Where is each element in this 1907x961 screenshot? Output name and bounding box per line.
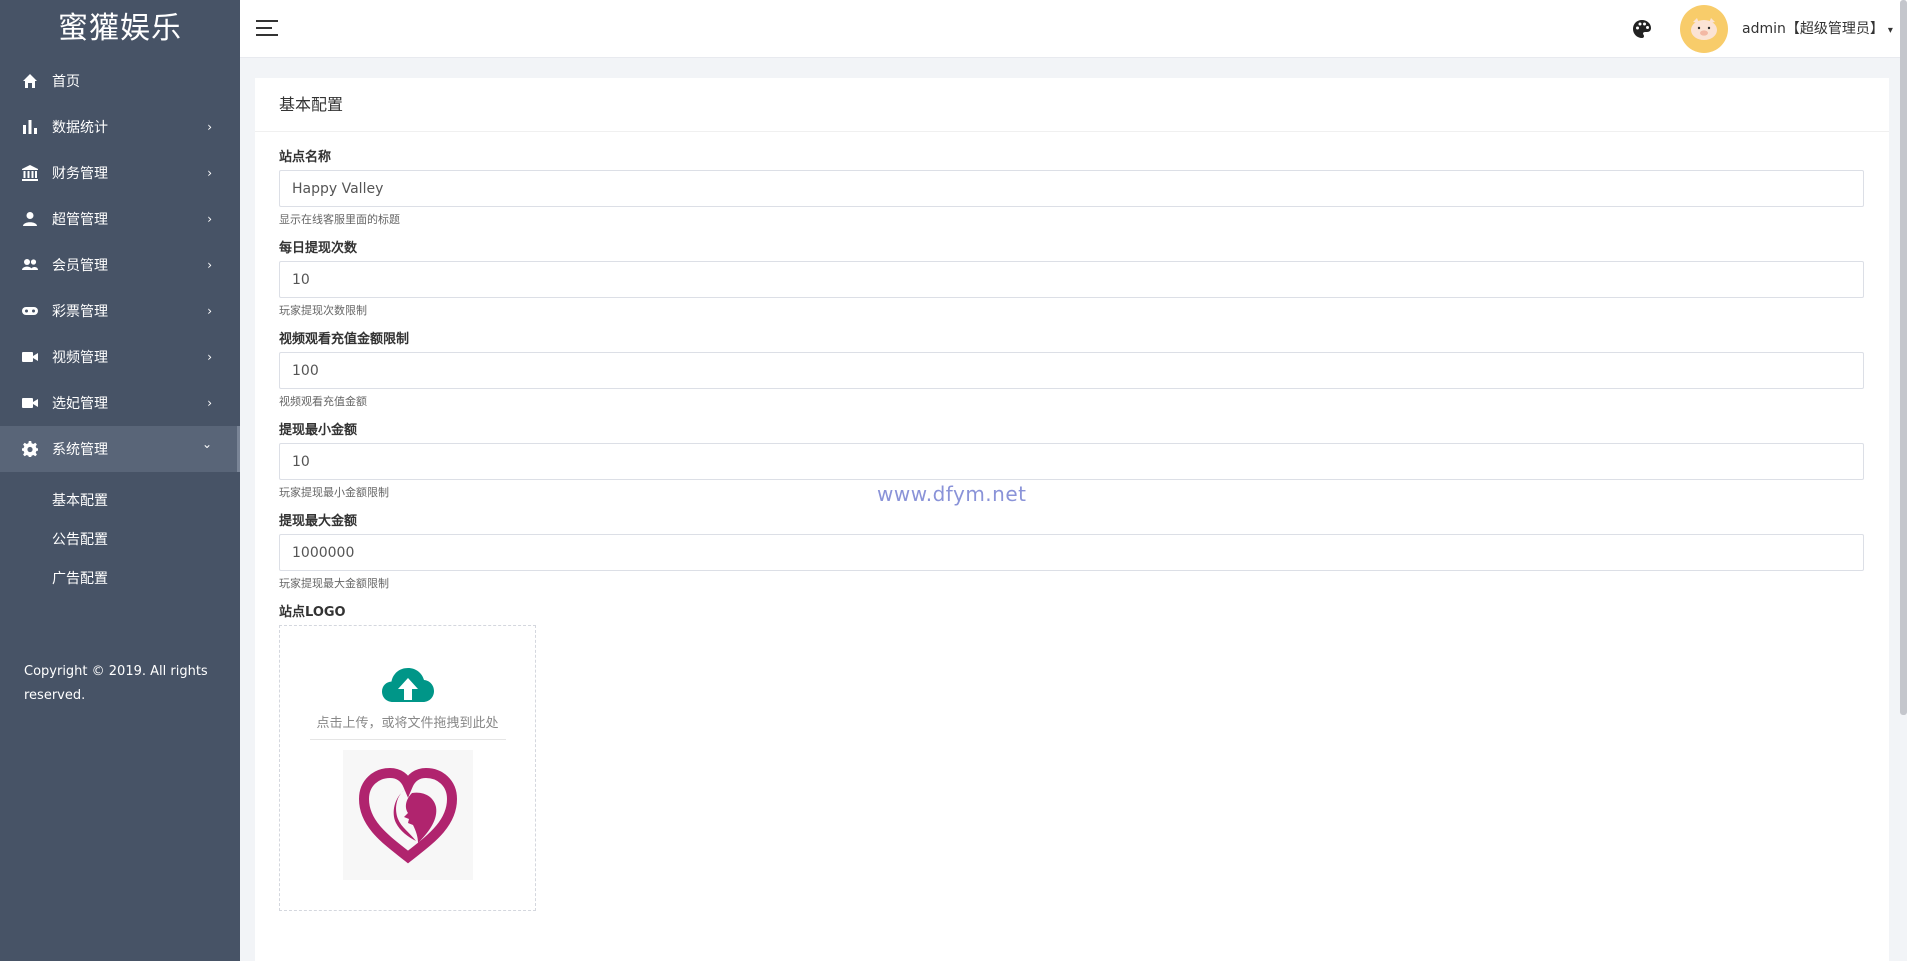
field-label: 提现最大金额: [279, 514, 358, 529]
caret-down-icon: ▾: [1887, 25, 1893, 36]
gear-icon: [22, 441, 38, 457]
cloud-upload-icon: [381, 668, 434, 702]
watermark-text: www.dfym.net: [877, 482, 1027, 506]
sidebar-item-members[interactable]: 会员管理 ›: [0, 242, 240, 288]
sidebar-item-label: 首页: [52, 74, 80, 90]
chevron-down-icon: ⌄: [201, 437, 212, 452]
field-label: 每日提现次数: [279, 241, 358, 256]
field-help: 显示在线客服里面的标题: [279, 213, 400, 226]
app-logo[interactable]: 蜜獾娱乐: [0, 0, 240, 58]
chevron-right-icon: ›: [207, 396, 212, 410]
chevron-right-icon: ›: [207, 166, 212, 180]
gamepad-icon: [22, 303, 38, 319]
chevron-right-icon: ›: [207, 212, 212, 226]
sidebar-item-super-admin[interactable]: 超管管理 ›: [0, 196, 240, 242]
sidebar-item-label: 系统管理: [52, 442, 108, 458]
max-withdraw-input[interactable]: [279, 534, 1864, 571]
chevron-right-icon: ›: [207, 258, 212, 272]
logo-preview-image: [342, 750, 473, 880]
sidebar-item-system[interactable]: 系统管理 ⌄: [0, 426, 240, 472]
user-menu[interactable]: admin【超级管理员】 ▾: [1742, 18, 1893, 38]
sidebar-item-finance[interactable]: 财务管理 ›: [0, 150, 240, 196]
bank-icon: [22, 165, 38, 181]
sidebar-item-videos[interactable]: 视频管理 ›: [0, 334, 240, 380]
page-scrollbar[interactable]: [1900, 0, 1907, 715]
copyright-text: Copyright © 2019. All rights reserved.: [24, 664, 208, 703]
field-help: 玩家提现最小金额限制: [279, 486, 389, 499]
top-header: admin【超级管理员】 ▾: [240, 0, 1907, 58]
chevron-right-icon: ›: [207, 304, 212, 318]
field-label: 站点名称: [279, 150, 332, 165]
field-help: 玩家提现次数限制: [279, 304, 367, 317]
sidebar-item-lottery[interactable]: 彩票管理 ›: [0, 288, 240, 334]
form-group-site-logo: 站点LOGO 点击上传，或将文件拖拽到此处: [279, 603, 1865, 911]
form-group-min-withdraw: 提现最小金额 玩家提现最小金额限制: [279, 421, 1865, 500]
sidebar-item-label: 彩票管理: [52, 304, 108, 320]
sidebar-item-statistics[interactable]: 数据统计 ›: [0, 104, 240, 150]
daily-withdraw-count-input[interactable]: [279, 261, 1864, 298]
sidebar-item-label: 选妃管理: [52, 396, 108, 412]
logo-upload-dropzone[interactable]: 点击上传，或将文件拖拽到此处: [279, 625, 536, 911]
upload-hint: 点击上传，或将文件拖拽到此处: [309, 712, 506, 740]
sidebar-item-label: 会员管理: [52, 258, 108, 274]
submenu-item-basic-config[interactable]: 基本配置: [0, 482, 240, 521]
pig-avatar-icon: [1691, 18, 1717, 40]
card-title: 基本配置: [255, 78, 1889, 132]
sidebar-item-label: 财务管理: [52, 166, 108, 182]
submenu-item-notice-config[interactable]: 公告配置: [0, 521, 240, 560]
menu-toggle-icon[interactable]: [256, 20, 278, 38]
user-icon: [22, 211, 38, 227]
palette-icon[interactable]: [1632, 19, 1652, 39]
video-icon: [22, 349, 38, 365]
form-group-site-name: 站点名称 显示在线客服里面的标题: [279, 148, 1865, 227]
heart-face-logo: [358, 767, 457, 864]
system-submenu: 基本配置 公告配置 广告配置: [0, 472, 240, 599]
sidebar-item-label: 超管管理: [52, 212, 108, 228]
sidebar-item-label: 数据统计: [52, 120, 108, 136]
site-name-input[interactable]: [279, 170, 1864, 207]
bar-chart-icon: [22, 119, 38, 135]
home-icon: [22, 73, 38, 89]
video-recharge-limit-input[interactable]: [279, 352, 1864, 389]
field-label: 视频观看充值金额限制: [279, 332, 410, 347]
chevron-right-icon: ›: [207, 120, 212, 134]
config-card: 基本配置 站点名称 显示在线客服里面的标题 每日提现次数 玩家提现次数限制 视频…: [255, 78, 1889, 961]
field-label: 站点LOGO: [279, 605, 346, 620]
sidebar-nav: 首页 数据统计 › 财务管理 › 超管管理 › 会员管理 › 彩票管理 › 视频…: [0, 58, 240, 472]
sidebar-item-label: 视频管理: [52, 350, 108, 366]
sidebar-item-home[interactable]: 首页: [0, 58, 240, 104]
config-form: 站点名称 显示在线客服里面的标题 每日提现次数 玩家提现次数限制 视频观看充值金…: [255, 132, 1889, 911]
form-group-video-recharge-limit: 视频观看充值金额限制 视频观看充值金额: [279, 330, 1865, 409]
field-help: 玩家提现最大金额限制: [279, 577, 389, 590]
submenu-item-ad-config[interactable]: 广告配置: [0, 560, 240, 599]
users-icon: [22, 257, 38, 273]
chevron-right-icon: ›: [207, 350, 212, 364]
field-label: 提现最小金额: [279, 423, 358, 438]
sidebar-item-selection[interactable]: 选妃管理 ›: [0, 380, 240, 426]
field-help: 视频观看充值金额: [279, 395, 367, 408]
min-withdraw-input[interactable]: [279, 443, 1864, 480]
avatar[interactable]: [1680, 5, 1728, 53]
form-group-max-withdraw: 提现最大金额 玩家提现最大金额限制: [279, 512, 1865, 591]
video-icon: [22, 395, 38, 411]
user-label: admin【超级管理员】: [1742, 21, 1884, 37]
form-group-daily-withdraw-count: 每日提现次数 玩家提现次数限制: [279, 239, 1865, 318]
sidebar: 蜜獾娱乐 首页 数据统计 › 财务管理 › 超管管理 › 会员管理 › 彩票管理: [0, 0, 240, 961]
